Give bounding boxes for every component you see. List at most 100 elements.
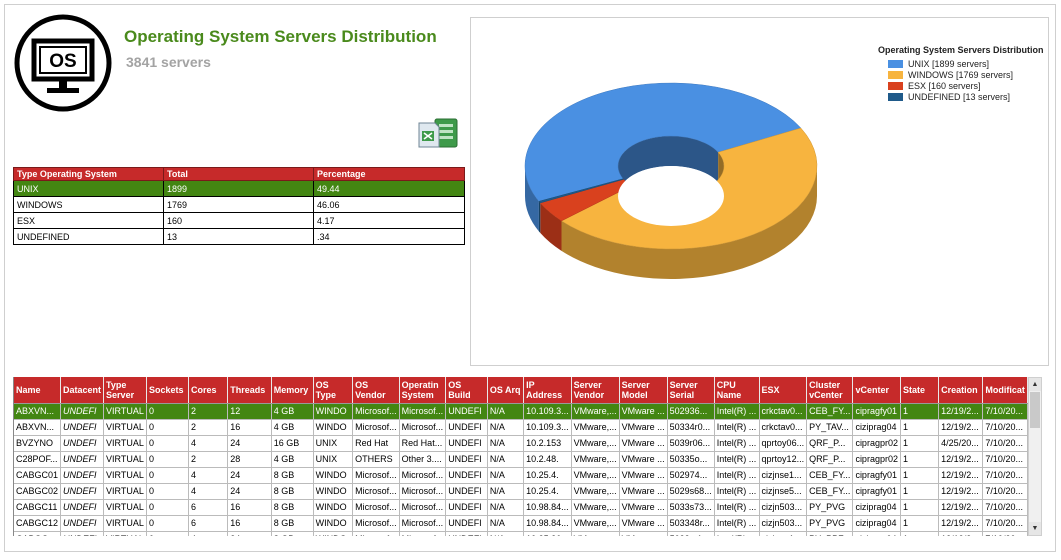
grid-cell: Red Hat... [399,435,447,452]
grid-header-cell[interactable]: OS Type [313,377,354,404]
table-row[interactable]: BVZYNO UNDEFI VIRTUAL 0 4 24 16 GB UNIX Red Hat R… [14,435,1028,452]
grid-cell: 1 [900,419,940,436]
grid-cell: VMware ... [619,515,668,532]
summary-cell: UNIX [13,180,164,197]
grid-cell: VMware ... [619,531,668,536]
summary-header-percentage[interactable]: Percentage [313,167,465,181]
legend-item-undefined[interactable]: UNDEFINED [13 servers] [878,91,1044,102]
grid-header-cell[interactable]: Type Server [103,377,147,404]
grid-header-cell[interactable]: Operatin System [399,377,447,404]
summary-cell: WINDOWS [13,196,164,213]
grid-cell: 4 [188,467,229,484]
grid-vertical-scrollbar[interactable]: ▲ ▼ [1028,377,1042,536]
grid-cell: VMware,... [571,451,620,468]
grid-cell: WINDO [313,419,354,436]
grid-header-cell[interactable]: Datacent [60,377,105,404]
summary-cell: UNDEFINED [13,228,164,245]
summary-header-total[interactable]: Total [163,167,314,181]
grid-cell: 7/10/20... [982,419,1028,436]
summary-row-unix[interactable]: UNIX 1899 49.44 [13,180,465,197]
grid-cell: VIRTUAL [103,435,147,452]
summary-row-windows[interactable]: WINDOWS 1769 46.06 [13,196,465,213]
grid-cell: Microsof... [399,419,447,436]
servers-grid[interactable]: Name Datacent Type Server Sockets Cores Threa… [13,377,1028,536]
chart-legend: Operating System Servers Distribution UN… [878,45,1044,102]
legend-swatch-esx [888,81,903,90]
summary-row-esx[interactable]: ESX 160 4.17 [13,212,465,229]
grid-cell: 5033m1... [667,531,715,536]
legend-item-esx[interactable]: ESX [160 servers] [878,80,1044,91]
summary-row-undefined[interactable]: UNDEFINED 13 .34 [13,228,465,245]
grid-cell: VMware,... [571,531,620,536]
table-row[interactable]: CABGC12 UNDEFI VIRTUAL 0 6 16 8 GB WINDO Microso… [14,515,1028,532]
grid-cell: 24 [227,435,272,452]
grid-cell: Intel(R) ... [714,403,760,420]
grid-header-cell[interactable]: Server Serial [667,377,715,404]
grid-header-cell[interactable]: Sockets [146,377,189,404]
grid-header-cell[interactable]: Modificat [982,377,1028,404]
grid-header-cell[interactable]: CPU Name [714,377,760,404]
grid-cell: 0 [146,467,189,484]
grid-cell: VMware ... [619,499,668,516]
grid-header-cell[interactable]: ESX [759,377,808,404]
grid-header-cell[interactable]: OS Build [445,377,488,404]
grid-cell: 502974... [667,467,715,484]
grid-cell: 4 [188,435,229,452]
export-excel-icon[interactable] [417,115,461,151]
grid-cell: Intel(R) ... [714,467,760,484]
grid-header-cell[interactable]: Name [14,377,62,404]
table-row[interactable]: CABGC11 UNDEFI VIRTUAL 0 6 16 8 GB WINDO Microso… [14,499,1028,516]
grid-cell: VIRTUAL [103,531,147,536]
grid-cell: 8 GB [271,531,314,536]
legend-item-windows[interactable]: WINDOWS [1769 servers] [878,69,1044,80]
grid-header-cell[interactable]: IP Address [523,377,572,404]
grid-cell: VIRTUAL [103,403,147,420]
scroll-down-icon[interactable]: ▼ [1029,522,1041,535]
grid-cell: ciziprag04 [852,419,901,436]
table-row[interactable]: C28POF... UNDEFI VIRTUAL 0 2 28 4 GB UNIX OTHERS… [14,451,1028,468]
grid-cell: UNDEFI [60,435,105,452]
summary-header-type[interactable]: Type Operating System [13,167,164,181]
legend-item-unix[interactable]: UNIX [1899 servers] [878,58,1044,69]
grid-cell: 5033s73... [667,499,715,516]
grid-cell: 12/19/2... [938,451,984,468]
grid-cell: cipragfy01 [852,467,901,484]
summary-cell: 13 [163,228,314,245]
legend-swatch-unix [888,59,903,68]
grid-cell: 8 GB [271,515,314,532]
grid-cell: QRF_P... [806,435,854,452]
grid-cell: 0 [146,499,189,516]
table-row[interactable]: ABXVN... UNDEFI VIRTUAL 0 2 16 4 GB WINDO Micros… [14,419,1028,436]
grid-header-cell[interactable]: Cluster vCenter [806,377,854,404]
grid-cell: UNDEFI [445,499,488,516]
scroll-up-icon[interactable]: ▲ [1029,378,1041,391]
grid-cell: 8 GB [271,483,314,500]
grid-cell: cipragfy01 [852,403,901,420]
summary-cell: 49.44 [313,180,465,197]
grid-header-cell[interactable]: vCenter [852,377,901,404]
grid-header-cell[interactable]: Creation [938,377,984,404]
grid-header-cell[interactable]: Cores [188,377,229,404]
grid-cell: 2 [188,419,229,436]
table-row[interactable]: ABXVN... UNDEFI VIRTUAL 0 2 12 4 GB WINDO Micros… [14,403,1028,420]
grid-header-cell[interactable]: OS Arq [487,377,525,404]
scroll-thumb[interactable] [1030,392,1040,428]
table-row[interactable]: CABGC02 UNDEFI VIRTUAL 0 4 24 8 GB WINDO Microso… [14,483,1028,500]
legend-label-windows: WINDOWS [1769 servers] [908,69,1014,80]
grid-header-cell[interactable]: OS Vendor [352,377,400,404]
grid-header-cell[interactable]: State [900,377,940,404]
grid-header-cell[interactable]: Memory [271,377,314,404]
grid-header-cell[interactable]: Server Vendor [571,377,620,404]
grid-header-cell[interactable]: Threads [227,377,272,404]
grid-cell: 0 [146,515,189,532]
legend-label-esx: ESX [160 servers] [908,80,981,91]
grid-cell: cizjn503... [759,515,808,532]
table-row[interactable]: CABGC...UNDEFIVIRTUAL04248 GBWINDOMicros… [14,531,1028,536]
grid-header-cell[interactable]: Server Model [619,377,668,404]
grid-cell: 7/10/20... [982,483,1028,500]
grid-cell: Intel(R) ... [714,451,760,468]
grid-cell: 16 GB [271,435,314,452]
grid-cell: UNIX [313,451,354,468]
table-row[interactable]: CABGC01 UNDEFI VIRTUAL 0 4 24 8 GB WINDO Microso… [14,467,1028,484]
grid-cell: VMware ... [619,419,668,436]
